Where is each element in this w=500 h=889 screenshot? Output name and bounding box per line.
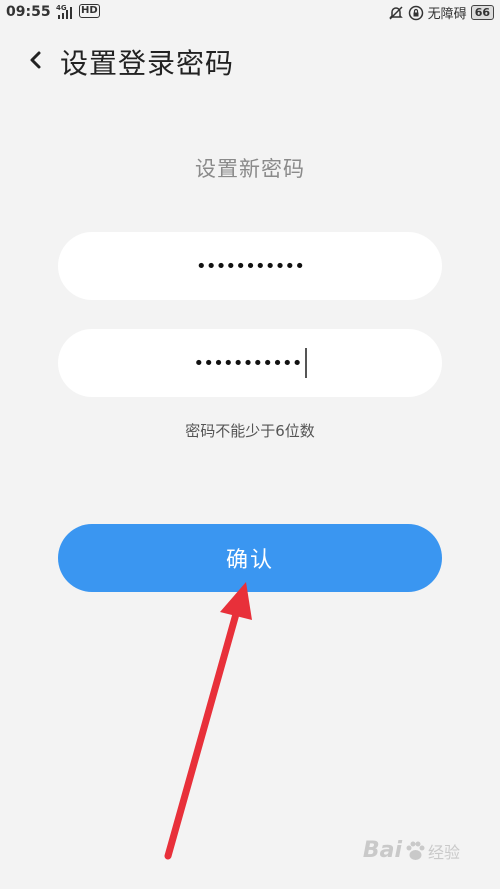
text-caret (304, 348, 307, 378)
hd-badge: HD (79, 4, 100, 18)
battery-indicator: 66 (470, 5, 494, 20)
watermark-brand: Bai (362, 838, 402, 863)
lock-rotation-icon (408, 5, 423, 20)
signal-icon: 4G (56, 4, 72, 19)
watermark-suffix: 经验 (427, 842, 460, 862)
back-arrow-icon[interactable] (22, 46, 50, 74)
paw-logo-icon (406, 841, 425, 860)
status-right: 无障碍 66 (388, 3, 494, 22)
baidu-watermark: Bai 经验 (363, 838, 460, 863)
page-title: 设置登录密码 (60, 47, 235, 80)
network-label: 4G (56, 4, 67, 12)
accessibility-label: 无障碍 (427, 7, 467, 22)
status-time: 09:55 (6, 4, 51, 20)
screen: 09:55 4G HD 无障碍 66 设置登录密码 设置新密码 ••••••••… (0, 0, 500, 889)
confirm-button[interactable]: 确认 (58, 524, 442, 592)
red-arrow-annotation (164, 582, 252, 860)
confirm-password-input[interactable]: ••••••••••• (58, 329, 442, 397)
password-hint: 密码不能少于6位数 (185, 422, 315, 440)
status-bar: 09:55 4G HD 无障碍 66 (0, 0, 500, 26)
new-password-input[interactable]: ••••••••••• (58, 232, 442, 300)
bell-muted-icon (388, 5, 403, 20)
new-password-value: ••••••••••• (195, 255, 305, 277)
form-subtitle: 设置新密码 (195, 157, 305, 181)
confirm-password-value: ••••••••••• (193, 352, 302, 374)
